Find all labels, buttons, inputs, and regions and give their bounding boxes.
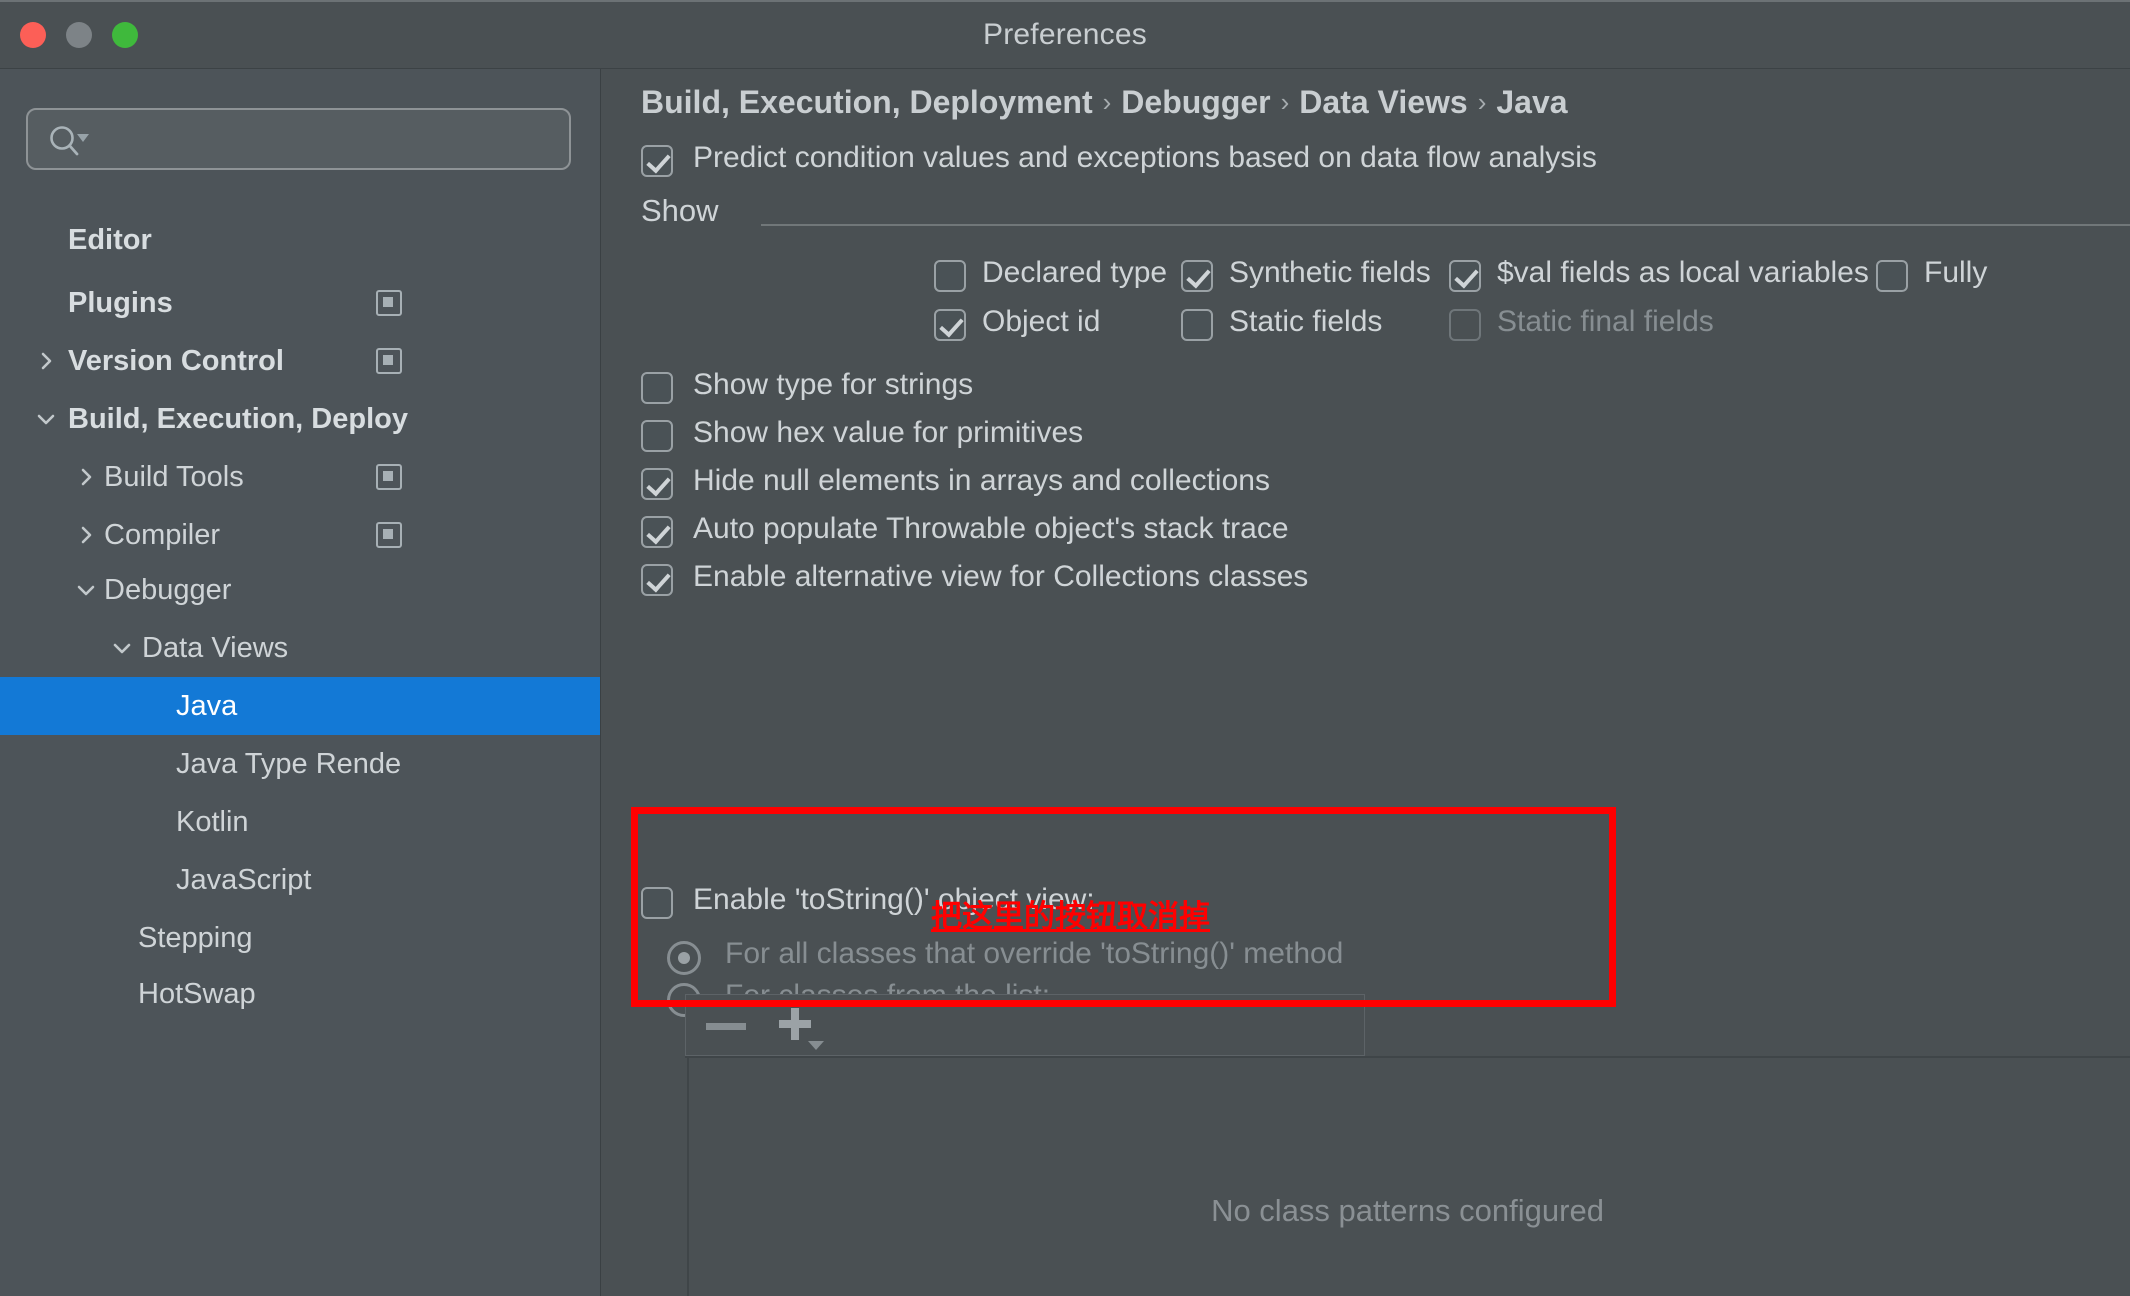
checkbox-label: Synthetic fields bbox=[1229, 256, 1431, 289]
preferences-window: Preferences Editor Plugins Version Control… bbox=[0, 0, 2130, 1296]
breadcrumb-separator: › bbox=[1102, 87, 1112, 117]
sidebar-item-build-tools[interactable]: Build Tools bbox=[0, 448, 600, 506]
sidebar-item-stepping[interactable]: Stepping bbox=[0, 909, 600, 967]
module-badge-icon bbox=[376, 522, 402, 548]
checkbox-label: Object id bbox=[982, 305, 1101, 338]
chevron-right-icon[interactable] bbox=[72, 463, 100, 491]
sidebar-item-label: Kotlin bbox=[176, 805, 249, 838]
chevron-right-icon[interactable] bbox=[72, 521, 100, 549]
sidebar-item-javascript[interactable]: JavaScript bbox=[0, 851, 600, 909]
checkbox-label: Hide null elements in arrays and collect… bbox=[693, 464, 1270, 497]
module-badge-icon bbox=[376, 348, 402, 374]
checkbox-synthetic-fields[interactable] bbox=[1181, 260, 1213, 292]
show-group-divider bbox=[761, 224, 2130, 226]
checkbox-object-id[interactable] bbox=[934, 309, 966, 341]
search-input[interactable] bbox=[104, 110, 563, 170]
breadcrumb-crumb[interactable]: Data Views bbox=[1299, 84, 1467, 120]
sidebar-item-label: HotSwap bbox=[138, 977, 256, 1010]
breadcrumb-crumb[interactable]: Java bbox=[1496, 84, 1567, 120]
minus-icon[interactable] bbox=[700, 1009, 756, 1043]
checkbox-label: Fully bbox=[1924, 256, 1988, 289]
chevron-down-icon[interactable] bbox=[32, 405, 60, 433]
sidebar-item-build-execution-deploy[interactable]: Build, Execution, Deploy bbox=[0, 390, 600, 448]
checkbox-label: Show hex value for primitives bbox=[693, 416, 1084, 449]
sidebar-item-data-views[interactable]: Data Views bbox=[0, 619, 600, 677]
sidebar-item-hotswap[interactable]: HotSwap bbox=[0, 965, 600, 1023]
settings-main-panel: Build, Execution, Deployment › Debugger › Da… bbox=[601, 69, 2130, 1296]
chevron-down-icon[interactable] bbox=[72, 576, 100, 604]
class-patterns-list[interactable]: No class patterns configured bbox=[685, 1056, 2130, 1296]
checkbox-label: Show type for strings bbox=[693, 368, 974, 401]
checkbox-enable-alternative-view-for-collections-classes[interactable] bbox=[641, 564, 673, 596]
checkbox-label: Auto populate Throwable object's stack t… bbox=[693, 512, 1289, 545]
breadcrumb-crumb[interactable]: Build, Execution, Deployment bbox=[641, 84, 1093, 120]
sidebar-item-label: Java bbox=[176, 689, 238, 722]
show-group-title: Show bbox=[641, 193, 719, 228]
sidebar-item-debugger[interactable]: Debugger bbox=[0, 561, 600, 619]
sidebar-item-label: Build, Execution, Deploy bbox=[68, 402, 408, 435]
sidebar-item-label: JavaScript bbox=[176, 863, 312, 896]
class-patterns-empty-message: No class patterns configured bbox=[1211, 1193, 1604, 1228]
sidebar-item-editor[interactable]: Editor bbox=[0, 211, 600, 269]
sidebar-item-java-type-rende[interactable]: Java Type Rende bbox=[0, 735, 600, 793]
sidebar-item-label: Build Tools bbox=[104, 460, 244, 493]
checkbox-hide-null-elements-in-arrays-and-collections[interactable] bbox=[641, 468, 673, 500]
breadcrumb-crumb[interactable]: Debugger bbox=[1121, 84, 1270, 120]
sidebar-item-label: Stepping bbox=[138, 921, 253, 954]
search-field[interactable] bbox=[26, 108, 571, 170]
sidebar-item-label: Data Views bbox=[142, 631, 289, 664]
sidebar-item-label: Compiler bbox=[104, 518, 221, 551]
checkbox-label: Static fields bbox=[1229, 305, 1383, 338]
sidebar-item-label: Version Control bbox=[68, 344, 284, 377]
checkbox-static-final-fields bbox=[1449, 309, 1481, 341]
checkbox-label: Declared type bbox=[982, 256, 1168, 289]
predict-condition-checkbox[interactable] bbox=[641, 145, 673, 177]
search-icon bbox=[50, 126, 89, 156]
radio-all-classes-override[interactable] bbox=[667, 941, 701, 975]
radio-all-classes-override-label: For all classes that override 'toString(… bbox=[725, 937, 1344, 970]
sidebar-item-label: Editor bbox=[68, 223, 152, 256]
sidebar-item-compiler[interactable]: Compiler bbox=[0, 506, 600, 564]
checkbox-label: $val fields as local variables bbox=[1497, 256, 1869, 289]
module-badge-icon bbox=[376, 290, 402, 316]
sidebar-item-label: Java Type Rende bbox=[176, 747, 402, 780]
breadcrumb: Build, Execution, Deployment › Debugger › Da… bbox=[641, 84, 1568, 121]
breadcrumb-separator: › bbox=[1477, 87, 1487, 117]
module-badge-icon bbox=[376, 464, 402, 490]
sidebar-item-kotlin[interactable]: Kotlin bbox=[0, 793, 600, 851]
title-bar: Preferences bbox=[0, 2, 2130, 69]
enable-tostring-checkbox[interactable] bbox=[641, 887, 673, 919]
plus-icon[interactable] bbox=[770, 1003, 832, 1053]
breadcrumb-separator: › bbox=[1280, 87, 1290, 117]
chevron-down-icon[interactable] bbox=[108, 634, 136, 662]
checkbox-static-fields[interactable] bbox=[1181, 309, 1213, 341]
sidebar-item-plugins[interactable]: Plugins bbox=[0, 274, 600, 332]
checkbox-show-type-for-strings[interactable] bbox=[641, 372, 673, 404]
chevron-down-icon bbox=[808, 1041, 824, 1050]
class-patterns-toolbar bbox=[685, 994, 1365, 1056]
class-patterns-list-divider bbox=[687, 1056, 689, 1296]
checkbox-label: Enable alternative view for Collections … bbox=[693, 560, 1309, 593]
checkbox-auto-populate-throwable-object-s-stack-trace[interactable] bbox=[641, 516, 673, 548]
checkbox-val-fields-as-local-variables[interactable] bbox=[1449, 260, 1481, 292]
sidebar-item-label: Debugger bbox=[104, 573, 232, 606]
sidebar-scrollbar-track[interactable] bbox=[563, 314, 597, 994]
checkbox-declared-type[interactable] bbox=[934, 260, 966, 292]
checkbox-fully[interactable] bbox=[1876, 260, 1908, 292]
window-title: Preferences bbox=[983, 18, 1147, 51]
settings-sidebar: Editor Plugins Version Control Build, Execu… bbox=[0, 69, 601, 1296]
chevron-right-icon[interactable] bbox=[32, 347, 60, 375]
checkbox-show-hex-value-for-primitives[interactable] bbox=[641, 420, 673, 452]
annotation-text: 把这里的按钮取消掉 bbox=[931, 899, 1210, 935]
sidebar-item-label: Plugins bbox=[68, 286, 173, 319]
predict-condition-label: Predict condition values and exceptions … bbox=[693, 141, 1597, 174]
sidebar-item-java[interactable]: Java bbox=[0, 677, 600, 735]
checkbox-label: Static final fields bbox=[1497, 305, 1714, 338]
sidebar-item-version-control[interactable]: Version Control bbox=[0, 332, 600, 390]
